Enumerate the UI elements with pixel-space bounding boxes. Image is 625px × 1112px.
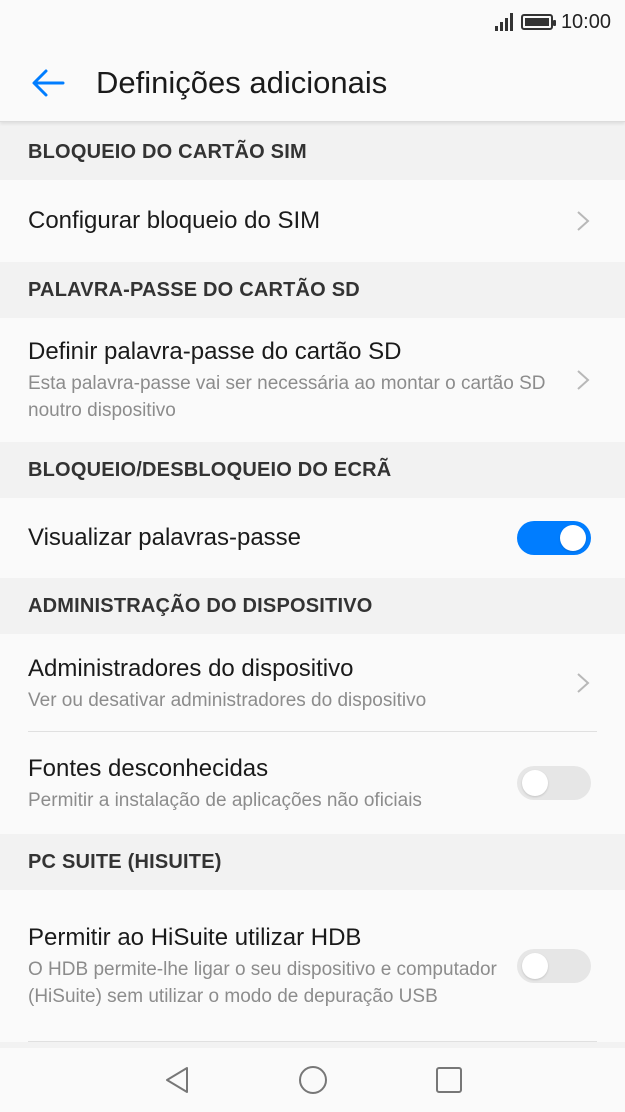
chevron-right-icon	[577, 673, 590, 693]
item-subtitle: Ver ou desativar administradores do disp…	[28, 689, 427, 711]
hisuite-hdb-toggle[interactable]	[517, 949, 591, 983]
signal-icon	[494, 13, 513, 31]
page-title: Definições adicionais	[96, 64, 388, 100]
item-show-passwords[interactable]: Visualizar palavras-passe	[0, 498, 625, 578]
section-header-screen-lock: BLOQUEIO/DESBLOQUEIO DO ECRÃ	[28, 458, 392, 481]
item-device-admins[interactable]: Administradores do dispositivo Ver ou de…	[0, 634, 625, 732]
item-title: Fontes desconhecidas	[28, 754, 269, 782]
item-title: Administradores do dispositivo	[28, 654, 354, 682]
chevron-right-icon	[577, 370, 590, 390]
item-sim-lock[interactable]: Configurar bloqueio do SIM	[0, 180, 625, 262]
item-hisuite-hdb[interactable]: Permitir ao HiSuite utilizar HDB O HDB p…	[0, 890, 625, 1042]
navigation-bar	[0, 1048, 625, 1112]
back-triangle-icon	[165, 1067, 188, 1093]
item-subtitle: Esta palavra-passe vai ser necessária ao…	[28, 373, 546, 421]
chevron-right-icon	[577, 211, 590, 231]
nav-recents-button[interactable]	[429, 1060, 469, 1100]
back-button[interactable]	[0, 44, 96, 122]
section-header-sd: PALAVRA-PASSE DO CARTÃO SD	[28, 278, 360, 301]
section-header-pc-suite: PC SUITE (HISUITE)	[28, 850, 222, 873]
item-title: Visualizar palavras-passe	[28, 524, 302, 551]
home-circle-icon	[298, 1066, 327, 1094]
status-bar: 10:00	[0, 0, 625, 44]
nav-home-button[interactable]	[293, 1060, 333, 1100]
item-unknown-sources[interactable]: Fontes desconhecidas Permitir a instalaç…	[0, 732, 625, 834]
item-subtitle: O HDB permite-lhe ligar o seu dispositiv…	[28, 959, 497, 1007]
item-title: Definir palavra-passe do cartão SD	[28, 338, 402, 365]
nav-back-button[interactable]	[157, 1060, 197, 1100]
battery-icon	[520, 14, 556, 30]
arrow-left-icon	[32, 69, 65, 96]
status-time: 10:00	[560, 10, 611, 33]
section-header-sim: BLOQUEIO DO CARTÃO SIM	[28, 140, 307, 163]
unknown-sources-toggle[interactable]	[517, 766, 591, 800]
item-title: Permitir ao HiSuite utilizar HDB	[28, 924, 362, 951]
divider	[28, 1041, 597, 1042]
app-bar: Definições adicionais	[0, 44, 625, 122]
item-subtitle: Permitir a instalação de aplicações não …	[28, 789, 422, 811]
item-sd-password[interactable]: Definir palavra-passe do cartão SD Esta …	[0, 318, 625, 442]
settings-list: BLOQUEIO DO CARTÃO SIM Configurar bloque…	[0, 124, 625, 1042]
recents-square-icon	[435, 1067, 462, 1093]
section-header-device-admin: ADMINISTRAÇÃO DO DISPOSITIVO	[28, 594, 373, 617]
item-title: Configurar bloqueio do SIM	[28, 207, 321, 234]
show-passwords-toggle[interactable]	[517, 521, 591, 555]
